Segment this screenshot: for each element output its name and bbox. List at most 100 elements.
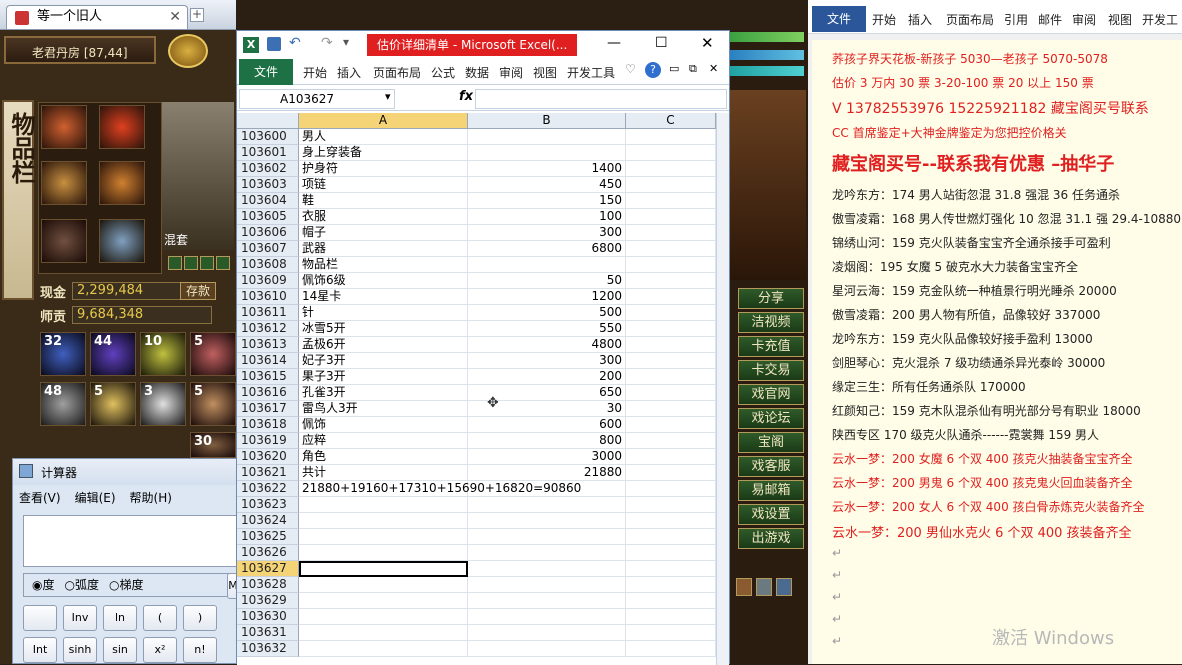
cell-c[interactable]	[626, 433, 716, 449]
cell-c[interactable]	[626, 337, 716, 353]
row-header[interactable]: 103618	[237, 417, 299, 433]
tool-icon[interactable]	[756, 578, 772, 596]
cell-c[interactable]	[626, 353, 716, 369]
undo-icon[interactable]: ↶	[289, 35, 301, 51]
cell-a[interactable]	[299, 513, 468, 529]
game-menu-item[interactable]: 易邮箱	[738, 480, 804, 501]
cell-b[interactable]	[468, 577, 626, 593]
row-header[interactable]: 103617	[237, 401, 299, 417]
cell-b[interactable]: 600	[468, 417, 626, 433]
cell-c[interactable]	[626, 545, 716, 561]
redo-icon[interactable]: ↷	[321, 35, 333, 51]
cell-b[interactable]: 1200	[468, 289, 626, 305]
bag-slot[interactable]: 32	[40, 332, 86, 376]
row-header[interactable]: 103627	[237, 561, 299, 577]
cell-a[interactable]: 冰雪5开	[299, 321, 468, 337]
cell-a[interactable]: 佩饰	[299, 417, 468, 433]
char-button-icon[interactable]	[168, 256, 182, 270]
cell-b[interactable]	[468, 593, 626, 609]
cell-a[interactable]: 妃子3开	[299, 353, 468, 369]
word-tab-home[interactable]: 开始	[872, 11, 896, 28]
cell-a[interactable]	[299, 545, 468, 561]
equip-slot-necklace[interactable]	[99, 105, 145, 149]
tab-view[interactable]: 视图	[533, 64, 557, 81]
cell-a[interactable]: 14星卡	[299, 289, 468, 305]
cell-a[interactable]: 孟极6开	[299, 337, 468, 353]
quick-access-dropdown-icon[interactable]: ▾	[343, 35, 349, 49]
game-menu-item[interactable]: 卡充值	[738, 336, 804, 357]
maximize-icon[interactable]: ☐	[655, 35, 668, 51]
row-header[interactable]: 103606	[237, 225, 299, 241]
cell-b[interactable]: 800	[468, 433, 626, 449]
char-button-icon[interactable]	[200, 256, 214, 270]
cell-b[interactable]: 200	[468, 369, 626, 385]
calc-button-ln[interactable]: ln	[103, 605, 137, 631]
cell-b[interactable]	[468, 257, 626, 273]
equip-slot-armor[interactable]	[99, 161, 145, 205]
cell-c[interactable]	[626, 273, 716, 289]
cell-b[interactable]	[468, 561, 626, 577]
calc-button-sinh[interactable]: sinh	[63, 637, 97, 663]
cell-c[interactable]	[626, 561, 716, 577]
cell-a[interactable]: 21880+19160+17310+15690+16820=90860	[299, 481, 581, 497]
bag-slot[interactable]: 30	[190, 432, 236, 458]
tab-file[interactable]: 文件	[239, 59, 293, 85]
menu-edit[interactable]: 编辑(E)	[75, 489, 116, 506]
tab-formulas[interactable]: 公式	[431, 64, 455, 81]
game-menu-item[interactable]: 戏论坛	[738, 408, 804, 429]
browser-tab[interactable]: 等一个旧人 ✕	[6, 5, 188, 29]
formula-input[interactable]	[475, 89, 727, 109]
cell-a[interactable]: 孔雀3开	[299, 385, 468, 401]
cell-a[interactable]	[299, 593, 468, 609]
deposit-button[interactable]: 存款	[180, 282, 216, 300]
cell-b[interactable]	[468, 145, 626, 161]
row-header[interactable]: 103603	[237, 177, 299, 193]
cell-a[interactable]: 护身符	[299, 161, 468, 177]
game-menu-item[interactable]: 戏设置	[738, 504, 804, 525]
row-header[interactable]: 103607	[237, 241, 299, 257]
tool-icon[interactable]	[736, 578, 752, 596]
cell-a[interactable]: 武器	[299, 241, 468, 257]
row-header[interactable]: 103620	[237, 449, 299, 465]
tab-data[interactable]: 数据	[465, 64, 489, 81]
cell-b[interactable]	[468, 609, 626, 625]
calc-button-factorial[interactable]: n!	[183, 637, 217, 663]
name-box-dropdown-icon[interactable]: ▾	[385, 90, 391, 103]
cell-c[interactable]	[626, 465, 716, 481]
cell-c[interactable]	[626, 257, 716, 273]
row-header[interactable]: 103604	[237, 193, 299, 209]
cell-a[interactable]: 共计	[299, 465, 468, 481]
row-header[interactable]: 103623	[237, 497, 299, 513]
cell-a[interactable]	[299, 609, 468, 625]
row-header[interactable]: 103611	[237, 305, 299, 321]
cell-c[interactable]	[626, 449, 716, 465]
cell-c[interactable]	[626, 385, 716, 401]
cell-b[interactable]: 3000	[468, 449, 626, 465]
row-header[interactable]: 103632	[237, 641, 299, 657]
cell-c[interactable]	[626, 577, 716, 593]
cell-a[interactable]: 物品栏	[299, 257, 468, 273]
row-header[interactable]: 103613	[237, 337, 299, 353]
radio-radians[interactable]: ○弧度	[65, 574, 100, 596]
radio-grads[interactable]: ○梯度	[109, 574, 144, 596]
cell-a[interactable]	[299, 497, 468, 513]
cell-b[interactable]: 150	[468, 193, 626, 209]
cell-b[interactable]: 450	[468, 177, 626, 193]
cell-c[interactable]	[626, 529, 716, 545]
save-icon[interactable]	[267, 37, 281, 51]
equip-slot-amulet[interactable]	[41, 105, 87, 149]
bag-slot[interactable]: 5	[190, 332, 236, 376]
insert-function-icon[interactable]: fx	[459, 89, 473, 104]
minimize-icon[interactable]: —	[607, 35, 621, 51]
cell-c[interactable]	[626, 177, 716, 193]
tab-home[interactable]: 开始	[303, 64, 327, 81]
cell-a[interactable]: 雷鸟人3开	[299, 401, 468, 417]
cell-a[interactable]: 应粹	[299, 433, 468, 449]
cell-c[interactable]	[626, 641, 716, 657]
char-button-icon[interactable]	[184, 256, 198, 270]
game-menu-item[interactable]: 宝阁	[738, 432, 804, 453]
row-header[interactable]: 103629	[237, 593, 299, 609]
word-tab-developer[interactable]: 开发工	[1142, 11, 1178, 28]
row-header[interactable]: 103622	[237, 481, 299, 497]
cell-a[interactable]	[299, 529, 468, 545]
